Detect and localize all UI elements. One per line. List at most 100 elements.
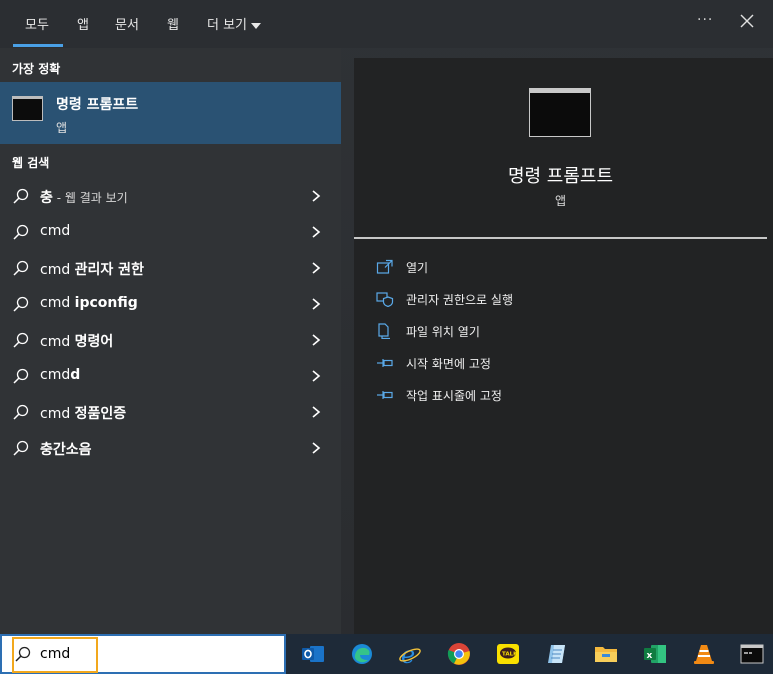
best-match-heading: 가장 정확: [12, 62, 61, 76]
web-search-text: cmd 관리자 권한: [40, 259, 144, 279]
internet-explorer-icon[interactable]: e: [398, 642, 422, 666]
close-icon[interactable]: [738, 12, 756, 30]
svg-text:x: x: [647, 651, 653, 661]
query-suggestion: 정품인증: [74, 406, 127, 422]
action-label: 관리자 권한으로 실행: [406, 293, 513, 307]
chrome-icon[interactable]: [447, 642, 471, 666]
query-prefix: cmd: [40, 334, 75, 350]
start-search-window: 모두 앱 문서 웹 더 보기 ··· 가장 정확 명령 프롬프트 앱 웹 검색 …: [0, 0, 773, 674]
web-search-text: cmd 명령어: [40, 331, 113, 351]
chevron-right-icon: [312, 262, 321, 274]
chevron-right-icon: [312, 226, 321, 238]
tab-all[interactable]: 모두: [25, 14, 49, 33]
open-icon: [376, 259, 393, 274]
notepad-icon[interactable]: [545, 642, 569, 666]
web-search-item[interactable]: cmd: [0, 214, 341, 250]
taskbar: cmd e TALK x: [0, 634, 773, 674]
search-icon: [13, 296, 29, 312]
action-label: 작업 표시줄에 고정: [406, 389, 502, 403]
query-prefix: cmd: [40, 295, 75, 311]
tab-documents[interactable]: 문서: [115, 14, 139, 33]
action-run-as-admin[interactable]: 관리자 권한으로 실행: [376, 289, 756, 311]
action-label: 열기: [406, 261, 429, 275]
web-search-text: cmd 정품인증: [40, 403, 126, 423]
chevron-right-icon: [312, 370, 321, 382]
query-suffix: - 웹 결과 보기: [52, 191, 128, 205]
file-location-icon: [378, 323, 390, 339]
search-icon: [13, 188, 29, 204]
action-label: 시작 화면에 고정: [406, 357, 491, 371]
tab-more[interactable]: 더 보기: [207, 14, 262, 33]
tab-web[interactable]: 웹: [167, 14, 179, 33]
best-match-item[interactable]: 명령 프롬프트 앱: [0, 82, 341, 144]
search-icon: [13, 224, 29, 240]
vlc-icon[interactable]: [692, 642, 716, 666]
terminal-icon[interactable]: [740, 642, 764, 666]
pin-icon: [377, 391, 393, 399]
query-suggestion: 충간소음: [40, 442, 92, 458]
shield-icon: [376, 292, 394, 307]
action-pin-to-start[interactable]: 시작 화면에 고정: [376, 353, 756, 375]
outlook-icon[interactable]: [301, 642, 325, 666]
query-prefix: cmd: [40, 223, 71, 239]
search-icon: [13, 440, 29, 456]
web-search-item[interactable]: cmd 관리자 권한: [0, 250, 341, 286]
action-open[interactable]: 열기: [376, 257, 756, 279]
action-pin-to-taskbar[interactable]: 작업 표시줄에 고정: [376, 385, 756, 407]
query-suggestion: 명령어: [74, 334, 114, 350]
chevron-right-icon: [312, 334, 321, 346]
query-prefix: cmd: [40, 262, 75, 278]
active-tab-indicator: [13, 44, 63, 47]
web-search-heading: 웹 검색: [12, 156, 50, 170]
divider: [354, 237, 767, 239]
search-icon: [13, 404, 29, 420]
preview-panel: 명령 프롬프트 앱 열기 관리자 권한으로 실행 파일 위치 열기 시작 화면에…: [354, 58, 773, 634]
web-search-item[interactable]: 충간소음: [0, 430, 341, 466]
excel-icon[interactable]: x: [643, 642, 667, 666]
chevron-right-icon: [312, 442, 321, 454]
search-icon: [13, 368, 29, 384]
cmd-icon: [529, 88, 591, 137]
tab-bar: 모두 앱 문서 웹 더 보기 ···: [0, 0, 773, 48]
query-suggestion: 충: [40, 190, 53, 206]
web-search-text: cmd ipconfig: [40, 295, 138, 311]
kakaotalk-icon[interactable]: TALK: [496, 642, 520, 666]
chevron-right-icon: [312, 406, 321, 418]
file-explorer-icon[interactable]: [594, 642, 618, 666]
web-search-text: 충 - 웹 결과 보기: [40, 187, 128, 207]
caret-down-icon: [251, 22, 262, 29]
taskbar-search-box[interactable]: cmd: [0, 634, 286, 674]
web-search-item[interactable]: cmd 정품인증: [0, 394, 341, 430]
search-icon: [13, 332, 29, 348]
query-suggestion: 관리자 권한: [74, 262, 144, 278]
query-prefix: cmd: [40, 367, 71, 383]
more-options-button[interactable]: ···: [697, 12, 713, 28]
action-open-file-location[interactable]: 파일 위치 열기: [376, 321, 756, 343]
best-match-name: 명령 프롬프트: [56, 97, 139, 113]
chevron-right-icon: [312, 298, 321, 310]
web-search-item[interactable]: cmdd: [0, 358, 341, 394]
web-search-text: 충간소음: [40, 439, 92, 459]
cmd-icon: [12, 96, 43, 121]
web-search-item[interactable]: 충 - 웹 결과 보기: [0, 178, 341, 214]
search-input[interactable]: cmd: [40, 646, 70, 662]
query-suggestion: d: [70, 367, 81, 383]
action-label: 파일 위치 열기: [406, 325, 480, 339]
results-panel: 가장 정확 명령 프롬프트 앱 웹 검색 충 - 웹 결과 보기 cmd cmd…: [0, 48, 341, 634]
search-icon: [15, 646, 31, 662]
web-search-text: cmd: [40, 223, 70, 239]
tab-more-label: 더 보기: [207, 18, 248, 33]
tab-apps[interactable]: 앱: [77, 14, 89, 33]
chevron-right-icon: [312, 190, 321, 202]
svg-text:TALK: TALK: [502, 652, 518, 658]
search-icon: [13, 260, 29, 276]
web-search-item[interactable]: cmd 명령어: [0, 322, 341, 358]
pin-icon: [377, 359, 393, 367]
web-search-item[interactable]: cmd ipconfig: [0, 286, 341, 322]
preview-title: 명령 프롬프트: [507, 166, 614, 187]
web-search-text: cmdd: [40, 367, 80, 383]
best-match-type: 앱: [56, 121, 68, 135]
query-suggestion: ipconfig: [74, 295, 138, 311]
edge-icon[interactable]: [350, 642, 374, 666]
query-prefix: cmd: [40, 406, 75, 422]
